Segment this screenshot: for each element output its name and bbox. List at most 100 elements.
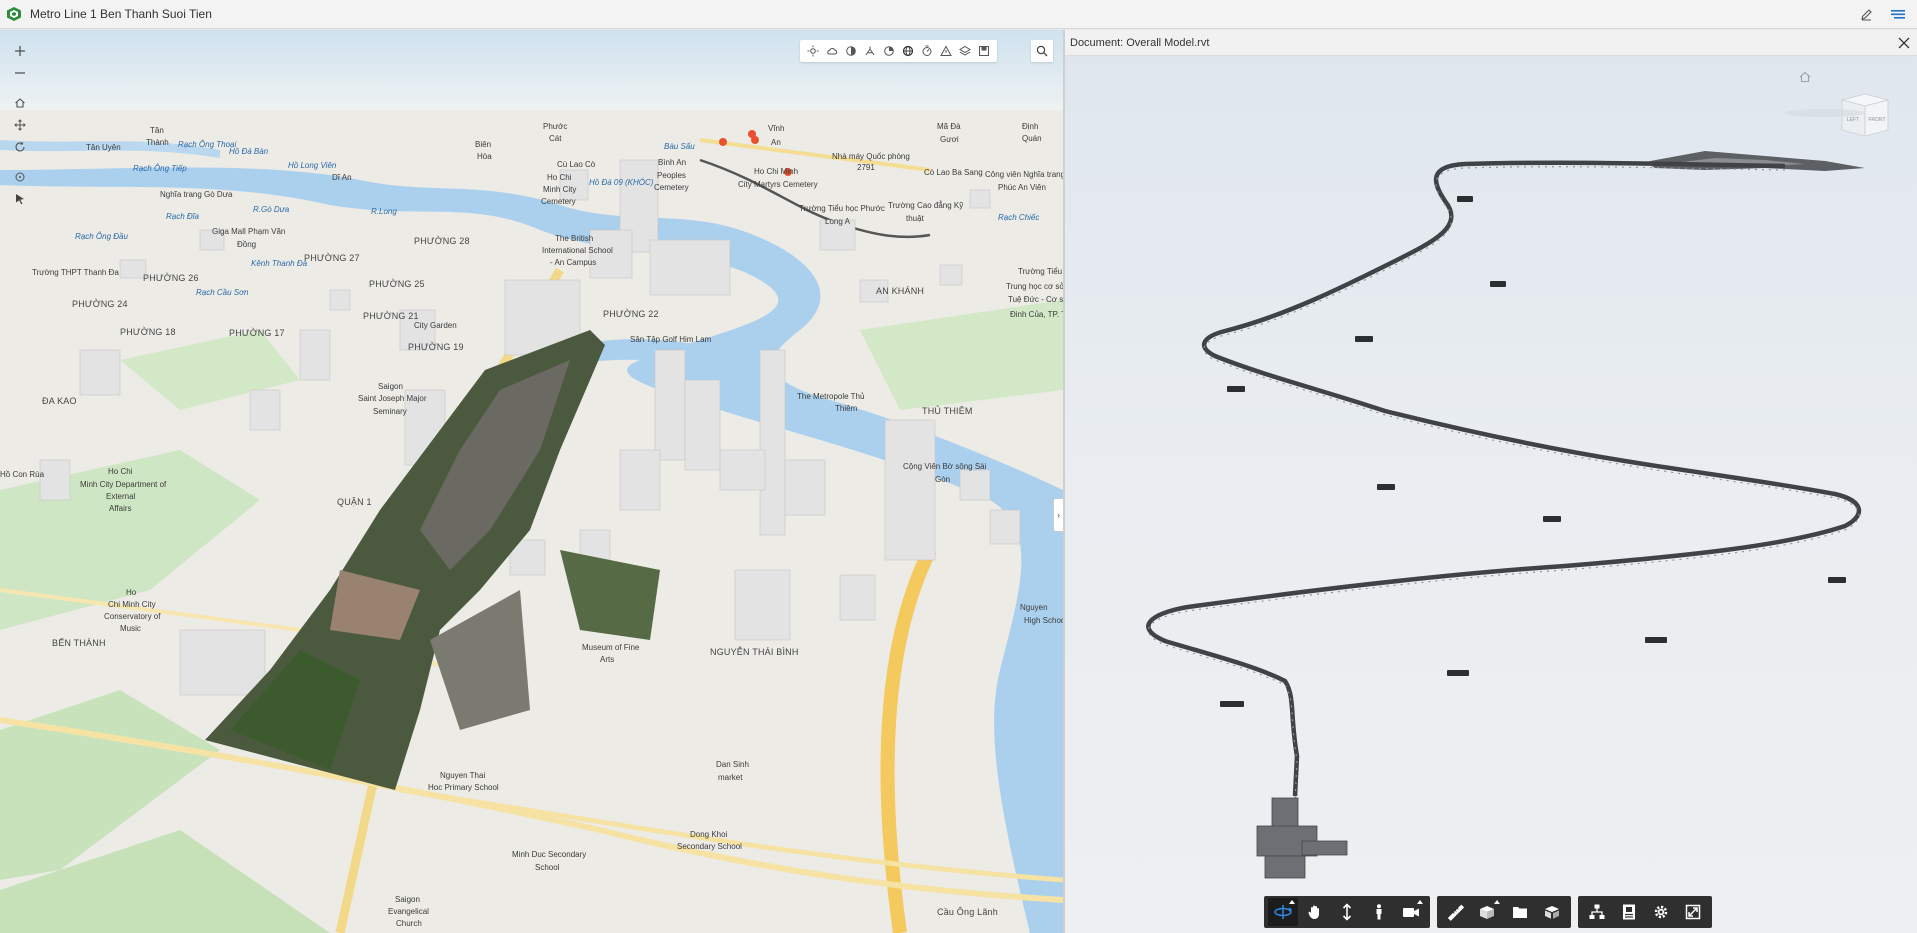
map-label: Quán xyxy=(1022,134,1042,143)
camera-button[interactable] xyxy=(1396,898,1426,926)
map-label: Ho xyxy=(126,588,137,597)
map-label: Rạch Ông Thoại xyxy=(178,140,237,149)
map-label: - An Campus xyxy=(550,258,597,267)
map-label: Cù Lao Cò xyxy=(557,160,596,169)
measure-button[interactable] xyxy=(1441,898,1471,926)
map-label: Biên xyxy=(475,140,492,149)
map-label: R.Long xyxy=(371,207,397,216)
document-header: Document: Overall Model.rvt xyxy=(1065,30,1917,56)
map-label: Nguyen Thai xyxy=(440,771,486,780)
shadow-icon[interactable] xyxy=(842,42,860,60)
map-label: Arts xyxy=(600,655,615,664)
legend-icon[interactable] xyxy=(918,42,936,60)
map-label: Minh Duc Secondary xyxy=(512,850,587,859)
select-cursor-icon[interactable] xyxy=(9,188,31,210)
orbit-icon xyxy=(1274,905,1293,919)
map-label: PHƯỜNG 22 xyxy=(603,309,659,319)
weather-icon[interactable] xyxy=(823,42,841,60)
orbit-button[interactable] xyxy=(1268,898,1298,926)
edit-icon[interactable] xyxy=(1857,5,1875,23)
map-label: Church xyxy=(396,919,422,928)
rotate-icon[interactable] xyxy=(9,136,31,158)
zoom-out-icon[interactable] xyxy=(9,62,31,84)
map-label: Hồ Long Viên xyxy=(288,161,337,170)
map-label: Ho Chi xyxy=(547,173,572,182)
map-label: External xyxy=(106,492,136,501)
map-label: PHƯỜNG 17 xyxy=(229,328,285,338)
map-label: PHƯỜNG 21 xyxy=(363,311,419,321)
model-tools-group xyxy=(1578,896,1712,928)
daylight-icon[interactable] xyxy=(804,42,822,60)
panel-collapse-handle[interactable]: › xyxy=(1053,498,1063,532)
navigation-tools-group xyxy=(1264,896,1430,928)
map-label: Music xyxy=(120,624,141,633)
pan-button[interactable] xyxy=(1300,898,1330,926)
explode-icon xyxy=(1545,906,1559,919)
map-label: Cemetery xyxy=(541,197,576,206)
alert-icon[interactable] xyxy=(937,42,955,60)
map-label: Tân xyxy=(150,126,164,135)
metro-line-model[interactable] xyxy=(1065,56,1917,933)
map-label: Trường Cao đẳng Kỹ xyxy=(888,201,964,210)
fullscreen-button[interactable] xyxy=(1678,898,1708,926)
map-label: ĐA KAO xyxy=(42,396,77,406)
model-browser-icon xyxy=(1513,907,1527,918)
measure-icon[interactable] xyxy=(861,42,879,60)
map-label: Conservatory of xyxy=(104,612,161,621)
map-label: City Garden xyxy=(414,321,457,330)
zoom-in-icon[interactable] xyxy=(9,40,31,62)
model-viewer[interactable]: Document: Overall Model.rvt LEFT FRONT xyxy=(1065,30,1917,933)
app-logo-icon xyxy=(7,7,21,21)
map-label: Cò Lao Ba Sang xyxy=(924,168,983,177)
map-label: High Schoo xyxy=(1024,616,1063,625)
map-label: Trường Tiểu học Phước xyxy=(799,204,885,213)
map-label: Trường THPT Thanh Đa xyxy=(32,268,119,277)
map-label: PHƯỜNG 27 xyxy=(304,253,360,263)
map-label: Rạch Đĩa xyxy=(166,212,199,221)
map-label: Cemetery xyxy=(654,183,689,192)
app-title: Metro Line 1 Ben Thanh Suoi Tien xyxy=(30,7,212,21)
slice-icon[interactable] xyxy=(880,42,898,60)
map-label: Cát xyxy=(549,134,562,143)
map-label: QUẬN 1 xyxy=(337,497,372,507)
first-person-button[interactable] xyxy=(1364,898,1394,926)
map-view[interactable]: Tân Uyên Tân Thành Rạch Ông Tiếp Rạch Ôn… xyxy=(0,30,1063,933)
map-label: PHƯỜNG 19 xyxy=(408,342,464,352)
compass-icon[interactable] xyxy=(9,166,31,188)
section-box-icon xyxy=(1480,906,1494,919)
menu-lines-icon[interactable] xyxy=(1889,5,1907,23)
dolly-button[interactable] xyxy=(1332,898,1362,926)
map-label: market xyxy=(718,773,743,782)
map-navigation-tools xyxy=(9,40,31,210)
map-label: Bình An xyxy=(658,158,687,167)
map-label: Tân Uyên xyxy=(86,143,121,152)
map-label: PHƯỜNG 28 xyxy=(414,236,470,246)
basemap-icon[interactable] xyxy=(899,42,917,60)
home-icon[interactable] xyxy=(9,92,31,114)
map-label: Saigon xyxy=(395,895,420,904)
map-label: Nguyen xyxy=(1020,603,1048,612)
measure-ruler-icon xyxy=(1447,904,1465,921)
settings-button[interactable] xyxy=(1646,898,1676,926)
section-box-button[interactable] xyxy=(1473,898,1503,926)
bookmark-icon[interactable] xyxy=(975,42,993,60)
map-label: Thiêm xyxy=(835,404,858,413)
pan-icon[interactable] xyxy=(9,114,31,136)
map-label: PHƯỜNG 24 xyxy=(72,299,128,309)
explode-button[interactable] xyxy=(1537,898,1567,926)
chevron-right-icon: › xyxy=(1057,510,1060,520)
map-search-button[interactable] xyxy=(1031,40,1053,62)
structure-button[interactable] xyxy=(1582,898,1612,926)
map-label: Rạch Ông Tiếp xyxy=(133,164,187,173)
map-label: Phúc An Viên xyxy=(998,183,1046,192)
model-browser-button[interactable] xyxy=(1505,898,1535,926)
properties-button[interactable] xyxy=(1614,898,1644,926)
map-label: Chi Minh City xyxy=(108,600,156,609)
layers-icon[interactable] xyxy=(956,42,974,60)
map-label: Dĩ An xyxy=(332,173,352,182)
close-icon[interactable] xyxy=(1896,35,1912,51)
map-label: Hồ Đá 09 (KHÓC) xyxy=(589,178,654,187)
map-label: Minh City Department of xyxy=(80,480,167,489)
map-label: Dong Khoi xyxy=(690,830,728,839)
map-label: PHƯỜNG 18 xyxy=(120,327,176,337)
